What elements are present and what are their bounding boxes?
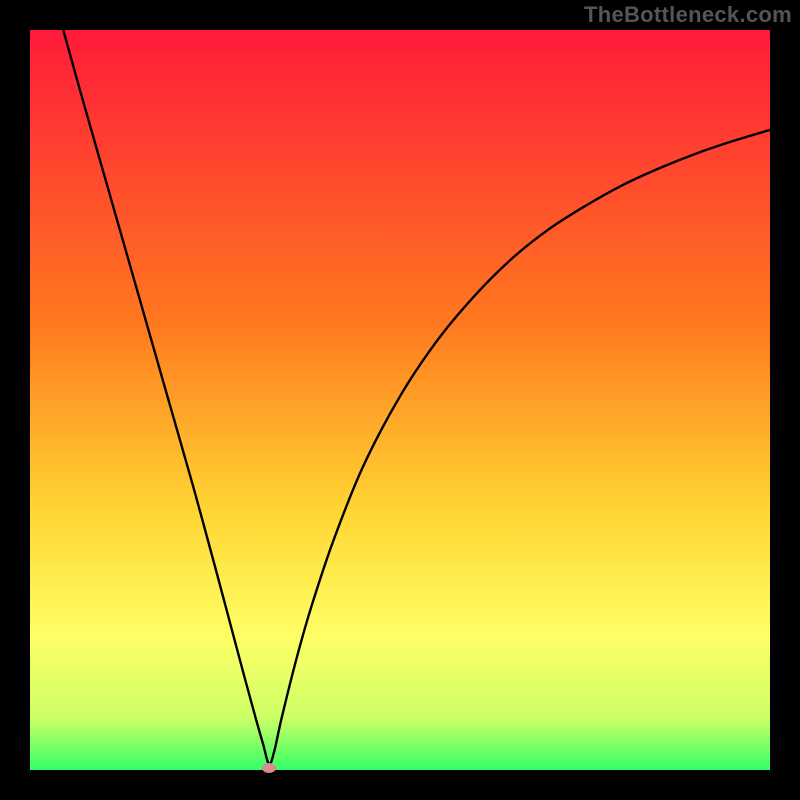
plot-area (30, 30, 770, 770)
gradient-background (30, 30, 770, 770)
plot-svg (30, 30, 770, 770)
minimum-marker (262, 763, 276, 773)
chart-stage: TheBottleneck.com (0, 0, 800, 800)
watermark-text: TheBottleneck.com (584, 2, 792, 28)
